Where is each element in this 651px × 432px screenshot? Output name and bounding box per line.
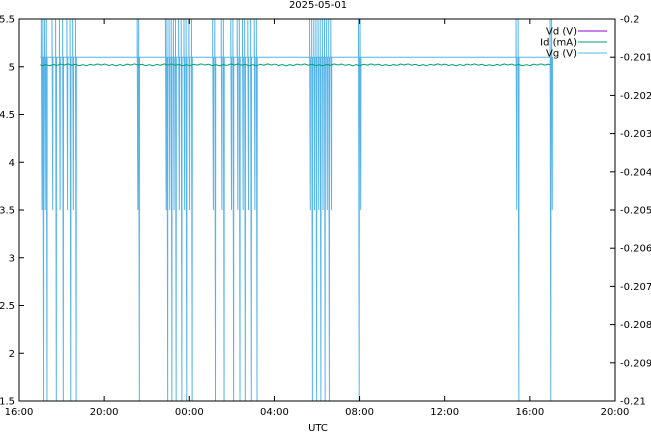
y-left-tick-label: 2 [9,349,15,360]
y-left-tick-label: 1.5 [0,397,15,408]
y-left-tick-label: 5.5 [0,15,15,26]
y-left-tick-label: 3 [9,253,15,264]
y-left-tick-label: 4 [9,158,15,169]
y-left-tick-label: 5 [9,62,15,73]
y-right-tick-label: -0.209 [620,358,651,369]
y-right-tick-label: -0.2 [620,15,640,26]
series-vg-line [40,18,553,402]
y-right-tick-label: -0.202 [620,91,651,102]
y-right-tick-label: -0.21 [620,397,646,408]
x-tick-label: 20:00 [601,407,630,418]
y-right-tick-label: -0.203 [620,129,651,140]
y-left-tick-label: 4.5 [0,110,15,121]
legend-label: Vd (V) [546,27,577,38]
y-right-tick-label: -0.201 [620,53,651,64]
x-tick-label: 16:00 [515,407,544,418]
legend: Vd (V)Id (mA)Vg (V) [540,27,607,60]
y-right-tick-label: -0.206 [620,244,651,255]
x-axis-label: UTC [308,423,328,432]
y-left-tick-label: 3.5 [0,206,15,217]
y-right-tick-label: -0.208 [620,320,651,331]
y-right-tick-label: -0.205 [620,206,651,217]
y-right-tick-label: -0.204 [620,167,651,178]
x-tick-label: 20:00 [90,407,119,418]
chart: 16:00 20:00 00:00 04:00 08:00 12:00 16:00 20:00… [0,0,651,432]
x-tick-label: 08:00 [345,407,374,418]
legend-label: Vg (V) [546,49,577,60]
series-id-line [40,63,551,67]
series-layer [40,18,553,402]
x-tick-label: 12:00 [430,407,459,418]
chart-title: 2025-05-01 [289,0,347,11]
y-left-tick-label: 2.5 [0,301,15,312]
x-tick-label: 16:00 [5,407,34,418]
y-right-tick-label: -0.207 [620,282,651,293]
legend-label: Id (mA) [540,38,577,49]
x-tick-label: 00:00 [175,407,204,418]
x-tick-label: 04:00 [260,407,289,418]
